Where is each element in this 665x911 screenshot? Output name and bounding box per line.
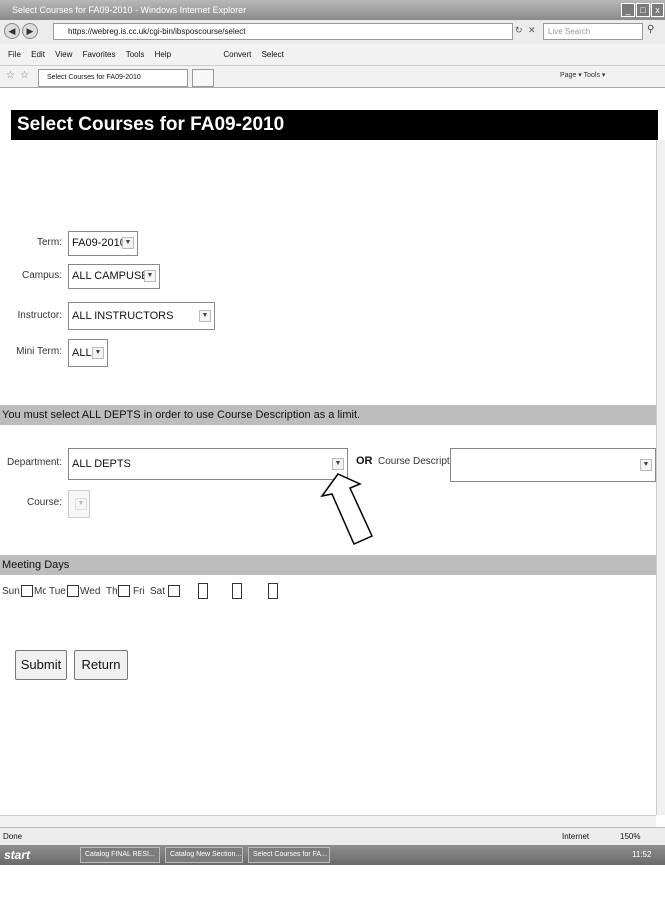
chevron-down-icon: ▼ bbox=[199, 310, 211, 322]
chevron-down-icon: ▼ bbox=[92, 347, 104, 359]
taskbar-item-catalog-new[interactable]: Catalog New Section... bbox=[165, 847, 243, 863]
window-title: Select Courses for FA09-2010 - Windows I… bbox=[12, 5, 247, 15]
address-row: ◀ ▶ https://webreg.is.cc.uk/cgi-bin/ibsp… bbox=[0, 20, 665, 44]
window-titlebar: Select Courses for FA09-2010 - Windows I… bbox=[0, 0, 665, 20]
checkbox-tue[interactable] bbox=[118, 585, 130, 597]
menu-item-help[interactable]: Help bbox=[155, 50, 171, 59]
dept-notice: You must select ALL DEPTS in order to us… bbox=[0, 405, 656, 425]
search-input[interactable]: Live Search bbox=[543, 23, 643, 40]
menu-item-edit[interactable]: Edit bbox=[31, 50, 45, 59]
chevron-down-icon: ▼ bbox=[640, 459, 652, 471]
new-tab-button[interactable] bbox=[192, 69, 214, 87]
day-label-sun: Sun bbox=[2, 586, 20, 597]
checkbox-wed[interactable] bbox=[168, 585, 180, 597]
department-value: ALL DEPTS bbox=[72, 458, 131, 470]
checkbox-sun[interactable] bbox=[21, 585, 33, 597]
select-button[interactable]: Select bbox=[262, 50, 284, 59]
meeting-days-header: Meeting Days bbox=[0, 555, 656, 575]
return-button[interactable]: Return bbox=[74, 650, 128, 680]
term-select[interactable]: FA09-2010 ▼ bbox=[68, 231, 138, 256]
instructor-label: Instructor: bbox=[17, 310, 62, 321]
checkbox-thu[interactable] bbox=[198, 583, 208, 599]
chevron-down-icon: ▼ bbox=[75, 498, 87, 510]
taskbar-item-select-courses[interactable]: Select Courses for FA... bbox=[248, 847, 330, 863]
close-button[interactable]: x bbox=[651, 3, 664, 17]
clock: 11:52 AM bbox=[632, 850, 652, 879]
department-label: Department: bbox=[6, 457, 62, 468]
refresh-icon[interactable]: ↻ bbox=[515, 25, 523, 36]
tab-select-courses[interactable]: Select Courses for FA09-2010 bbox=[38, 69, 188, 87]
day-label-mon: Mon bbox=[34, 586, 46, 597]
convert-button[interactable]: Convert bbox=[223, 50, 251, 59]
day-label-sat: Sat bbox=[150, 586, 166, 597]
add-favorite-icon[interactable]: ☆ bbox=[20, 70, 29, 81]
course-label: Course: bbox=[26, 497, 62, 508]
zoom-level[interactable]: 150% bbox=[620, 828, 640, 846]
miniterm-value: ALL bbox=[72, 347, 92, 359]
horizontal-scrollbar[interactable] bbox=[0, 815, 656, 827]
menu-item-view[interactable]: View bbox=[55, 50, 72, 59]
menu-item-favorites[interactable]: Favorites bbox=[83, 50, 116, 59]
start-button[interactable]: start bbox=[4, 845, 30, 865]
course-select[interactable]: ▼ bbox=[68, 490, 90, 518]
forward-icon[interactable]: ▶ bbox=[22, 23, 38, 39]
favorites-star-icon[interactable]: ☆ bbox=[6, 70, 15, 81]
pointer-arrow-icon bbox=[320, 473, 373, 545]
term-value: FA09-2010 bbox=[72, 237, 126, 249]
checkbox-sat[interactable] bbox=[268, 583, 278, 599]
chevron-down-icon: ▼ bbox=[122, 237, 134, 249]
chevron-down-icon: ▼ bbox=[144, 270, 156, 282]
menu-item-file[interactable]: File bbox=[8, 50, 21, 59]
search-icon[interactable]: ⚲ bbox=[647, 24, 654, 35]
status-bar: Done Internet 150% bbox=[0, 827, 665, 845]
vertical-scrollbar[interactable] bbox=[656, 140, 665, 815]
instructor-select[interactable]: ALL INSTRUCTORS ▼ bbox=[68, 302, 215, 330]
page-tools-menu[interactable]: Page ▾ Tools ▾ bbox=[560, 71, 605, 79]
term-label: Term: bbox=[37, 237, 62, 248]
miniterm-label: Mini Term: bbox=[16, 346, 62, 357]
day-label-tue: Tue bbox=[49, 586, 66, 597]
address-bar[interactable]: https://webreg.is.cc.uk/cgi-bin/ibsposco… bbox=[53, 23, 513, 40]
day-label-wed: Wed bbox=[80, 586, 101, 597]
internet-zone: Internet bbox=[562, 832, 590, 841]
tab-row: ☆ ☆ Select Courses for FA09-2010 Page ▾ … bbox=[0, 66, 665, 88]
checkbox-fri[interactable] bbox=[232, 583, 242, 599]
campus-label: Campus: bbox=[21, 270, 62, 281]
taskbar-item-catalog-final[interactable]: Catalog FINAL RESI... bbox=[80, 847, 160, 863]
checkbox-mon[interactable] bbox=[67, 585, 79, 597]
status-text: Done bbox=[3, 832, 23, 841]
instructor-value: ALL INSTRUCTORS bbox=[72, 310, 174, 322]
back-icon[interactable]: ◀ bbox=[4, 23, 20, 39]
menu-bar: File Edit View Favorites Tools Help Conv… bbox=[0, 44, 665, 66]
miniterm-select[interactable]: ALL ▼ bbox=[68, 339, 108, 367]
chevron-down-icon: ▼ bbox=[332, 458, 344, 470]
or-label: OR bbox=[356, 455, 373, 467]
page-title: Select Courses for FA09-2010 bbox=[11, 110, 658, 140]
course-description-select[interactable]: ▼ bbox=[450, 448, 656, 482]
stop-icon[interactable]: ✕ bbox=[528, 25, 536, 36]
day-label-fri: Fri bbox=[133, 586, 145, 597]
maximize-button[interactable]: □ bbox=[636, 3, 650, 17]
submit-button[interactable]: Submit bbox=[15, 650, 67, 680]
campus-select[interactable]: ALL CAMPUSES ▼ bbox=[68, 264, 160, 289]
menu-item-tools[interactable]: Tools bbox=[126, 50, 145, 59]
minimize-button[interactable]: _ bbox=[621, 3, 635, 17]
taskbar: start Catalog FINAL RESI... Catalog New … bbox=[0, 845, 665, 879]
department-select[interactable]: ALL DEPTS ▼ bbox=[68, 448, 348, 480]
